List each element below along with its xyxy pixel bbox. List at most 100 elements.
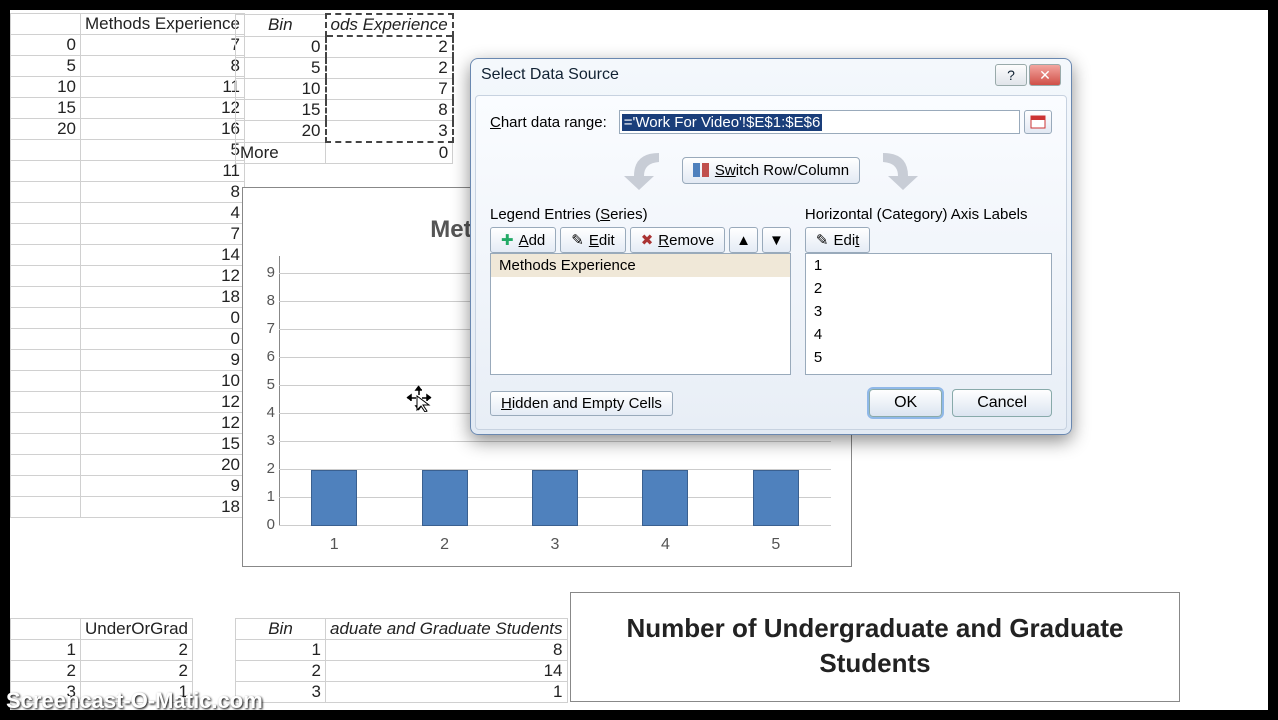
move-series-up-button[interactable]: ▲ (729, 227, 758, 253)
axis-label-item[interactable]: 4 (806, 323, 1051, 346)
cell[interactable]: 18 (81, 287, 245, 308)
chart-data-range-input[interactable]: ='Work For Video'!$E$1:$E$6 (619, 110, 1020, 134)
edit-series-button[interactable]: ✎Edit (560, 227, 625, 253)
cell[interactable]: 0 (81, 308, 245, 329)
cell[interactable]: 20 (11, 119, 81, 140)
cell[interactable]: 2 (11, 661, 81, 682)
switch-row-column-button[interactable]: Switch Row/Column (682, 157, 860, 184)
cell[interactable]: 4 (81, 203, 245, 224)
cell[interactable] (11, 371, 81, 392)
range-label: Chart data range: (490, 114, 607, 131)
sheet-methods-experience[interactable]: Methods Experience 075810111512201651184… (10, 13, 245, 518)
cell[interactable] (11, 308, 81, 329)
bar[interactable] (532, 470, 578, 526)
cell[interactable]: 2 (326, 36, 453, 58)
cell[interactable]: 0 (11, 35, 81, 56)
cell[interactable]: 9 (81, 476, 245, 497)
series-listbox[interactable]: Methods Experience (490, 253, 791, 375)
cell[interactable]: 7 (81, 35, 245, 56)
bar[interactable] (642, 470, 688, 526)
cell[interactable]: 5 (236, 58, 326, 79)
sheet-bin-frequency[interactable]: Bin ods Experience 0252107158203More0 (235, 13, 454, 164)
cell[interactable]: 8 (81, 182, 245, 203)
cell[interactable] (11, 434, 81, 455)
bar[interactable] (753, 470, 799, 526)
cell[interactable]: 14 (81, 245, 245, 266)
cell[interactable]: 18 (81, 497, 245, 518)
bar[interactable] (422, 470, 468, 526)
ok-button[interactable]: OK (869, 389, 942, 417)
cell[interactable] (11, 266, 81, 287)
axis-label-item[interactable]: 5 (806, 346, 1051, 369)
cancel-button[interactable]: Cancel (952, 389, 1052, 417)
cell[interactable]: 0 (81, 329, 245, 350)
cell[interactable]: 1 (236, 640, 326, 661)
cell[interactable] (11, 329, 81, 350)
cell[interactable]: 12 (81, 266, 245, 287)
cell[interactable]: 8 (326, 100, 453, 121)
chart-students[interactable]: Number of Undergraduate and Graduate Stu… (570, 592, 1180, 702)
bar[interactable] (311, 470, 357, 526)
axis-label-item[interactable]: 3 (806, 300, 1051, 323)
cell[interactable] (11, 140, 81, 161)
cell[interactable] (11, 224, 81, 245)
cell[interactable]: 10 (81, 371, 245, 392)
cell[interactable]: 9 (81, 350, 245, 371)
cell[interactable]: 11 (81, 77, 245, 98)
cell[interactable]: 3 (326, 121, 453, 143)
cell[interactable]: 20 (81, 455, 245, 476)
cell[interactable] (11, 182, 81, 203)
cell[interactable] (11, 203, 81, 224)
cell[interactable] (11, 413, 81, 434)
cell[interactable]: 15 (236, 100, 326, 121)
axis-label-item[interactable]: 2 (806, 277, 1051, 300)
remove-series-button[interactable]: ✖Remove (630, 227, 725, 253)
cell[interactable]: 1 (11, 640, 81, 661)
cell[interactable] (11, 161, 81, 182)
cell[interactable]: 12 (81, 98, 245, 119)
cell[interactable] (11, 287, 81, 308)
axis-label-item[interactable]: 1 (806, 254, 1051, 277)
cell[interactable] (11, 350, 81, 371)
cell[interactable]: 16 (81, 119, 245, 140)
cell[interactable]: 0 (326, 142, 453, 164)
hidden-empty-cells-button[interactable]: Hidden and Empty Cells (490, 391, 673, 416)
cell[interactable] (11, 245, 81, 266)
cell[interactable]: 10 (11, 77, 81, 98)
cell[interactable]: 12 (81, 392, 245, 413)
cell[interactable]: 15 (81, 434, 245, 455)
cell[interactable]: 7 (326, 79, 453, 100)
cell[interactable]: 0 (236, 36, 326, 58)
edit-axis-labels-button[interactable]: ✎Edit (805, 227, 870, 253)
cell[interactable]: More (236, 142, 326, 164)
series-item[interactable]: Methods Experience (491, 254, 790, 277)
sheet-bin-students[interactable]: Bin aduate and Graduate Students 1821431 (235, 618, 568, 703)
help-button[interactable]: ? (995, 64, 1027, 86)
cell[interactable]: 20 (236, 121, 326, 143)
cell[interactable]: 10 (236, 79, 326, 100)
add-series-button[interactable]: ✚Add (490, 227, 556, 253)
cell[interactable]: 5 (81, 140, 245, 161)
cell[interactable]: 2 (236, 661, 326, 682)
move-series-down-button[interactable]: ▼ (762, 227, 791, 253)
cell[interactable]: 14 (326, 661, 568, 682)
cell[interactable]: 1 (326, 682, 568, 703)
cell[interactable]: 2 (81, 661, 193, 682)
range-picker-button[interactable] (1024, 110, 1052, 134)
cell[interactable]: 15 (11, 98, 81, 119)
cell[interactable] (11, 392, 81, 413)
axis-labels-listbox[interactable]: 1 2 3 4 5 (805, 253, 1052, 375)
cell[interactable]: 12 (81, 413, 245, 434)
cell[interactable]: 11 (81, 161, 245, 182)
cell[interactable]: 7 (81, 224, 245, 245)
cell[interactable] (11, 476, 81, 497)
close-button[interactable]: ✕ (1029, 64, 1061, 86)
cell[interactable]: 2 (81, 640, 193, 661)
cell[interactable]: 8 (81, 56, 245, 77)
cell[interactable]: 8 (326, 640, 568, 661)
cell[interactable]: 5 (11, 56, 81, 77)
dialog-titlebar[interactable]: Select Data Source ? ✕ (471, 59, 1071, 91)
cell[interactable] (11, 455, 81, 476)
cell[interactable] (11, 497, 81, 518)
cell[interactable]: 2 (326, 58, 453, 79)
